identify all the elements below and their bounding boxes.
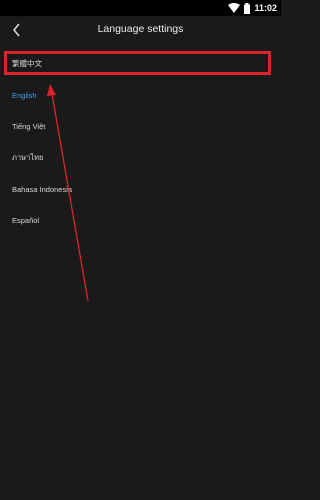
- status-icons: 11:02: [228, 1, 277, 15]
- language-label: Bahasa Indonesia: [12, 184, 73, 194]
- wifi-icon: [228, 3, 241, 13]
- language-label: Tiếng Việt: [12, 121, 46, 131]
- language-item-vietnamese[interactable]: Tiếng Việt: [0, 113, 281, 139]
- language-label: ภาษาไทย: [12, 153, 44, 162]
- status-time: 11:02: [254, 3, 277, 13]
- language-label: 繁體中文: [12, 58, 42, 68]
- language-label: English: [12, 90, 37, 100]
- language-item-thai[interactable]: ภาษาไทย: [0, 145, 281, 171]
- language-item-indonesian[interactable]: Bahasa Indonesia: [0, 176, 281, 202]
- battery-icon: [244, 2, 251, 14]
- status-bar: 11:02: [0, 0, 281, 16]
- language-item-english[interactable]: English: [0, 82, 281, 108]
- app-bar: Language settings: [0, 16, 281, 46]
- language-settings-screen: 11:02 Language settings 繁體中文 English Tiế…: [0, 0, 281, 500]
- page-title: Language settings: [97, 23, 184, 35]
- language-item-traditional-chinese[interactable]: 繁體中文: [0, 50, 281, 76]
- language-item-spanish[interactable]: Español: [0, 207, 281, 233]
- language-label: Español: [12, 215, 40, 225]
